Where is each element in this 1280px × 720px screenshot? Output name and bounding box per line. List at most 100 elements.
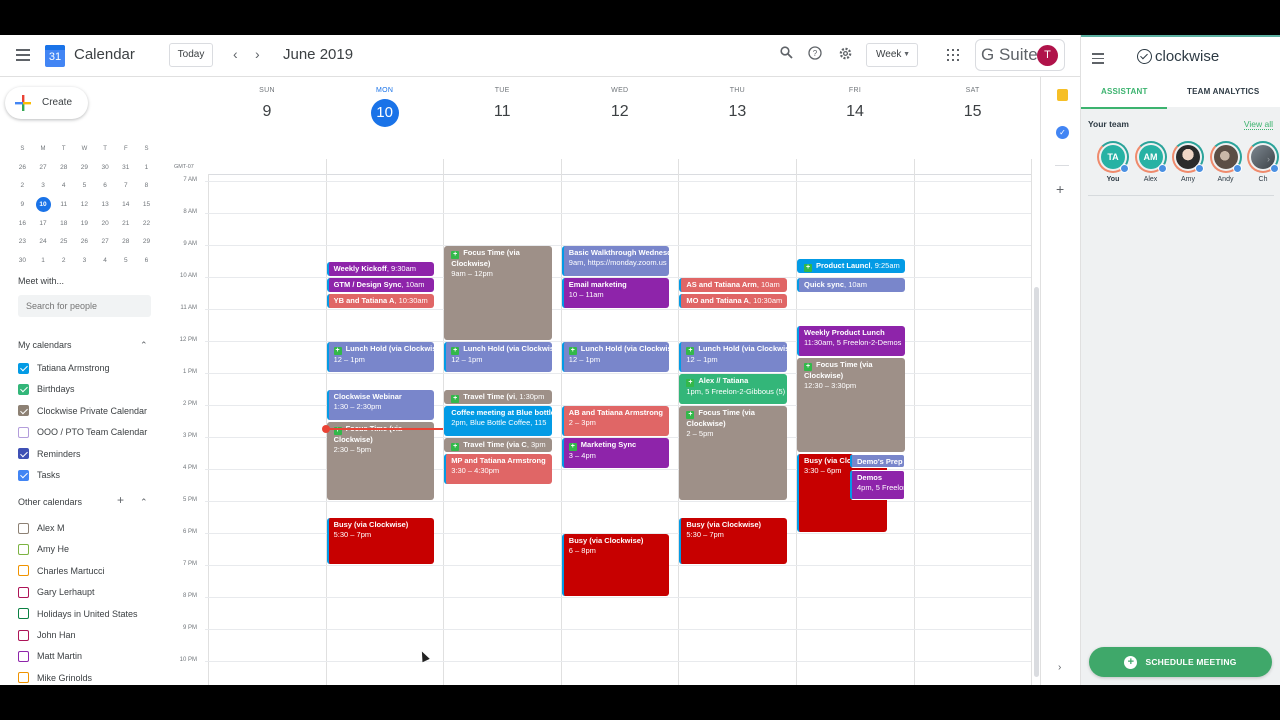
team-member-avatar[interactable] <box>1209 141 1242 173</box>
chevron-right-icon[interactable]: › <box>255 46 260 62</box>
mini-calendar-day[interactable]: 6 <box>136 252 157 271</box>
tasks-icon[interactable]: ✓ <box>1056 126 1069 139</box>
calendar-event[interactable]: + Travel Time (via C, 3pm <box>444 438 552 452</box>
day-header-sat[interactable]: SAT 15 <box>914 87 1032 125</box>
day-header-tue[interactable]: TUE 11 <box>443 87 561 125</box>
calendar-event[interactable]: Busy (via Clockwise) 5:30 – 7pm <box>679 518 787 564</box>
mini-calendar-day[interactable]: 28 <box>115 233 136 252</box>
day-number[interactable]: 10 <box>326 99 444 127</box>
calendar-event[interactable]: Basic Walkthrough Wednesday 9am, https://… <box>561 246 670 276</box>
create-button[interactable]: Create <box>5 87 88 119</box>
calendar-item[interactable]: Tasks <box>18 467 60 483</box>
mini-calendar-day[interactable]: 18 <box>53 215 74 234</box>
chevron-left-icon[interactable]: ‹ <box>233 46 238 62</box>
day-header-fri[interactable]: FRI 14 <box>796 87 914 125</box>
calendar-item[interactable]: Tatiana Armstrong <box>18 360 110 376</box>
team-member-avatar[interactable]: TA <box>1097 141 1129 173</box>
calendar-checkbox[interactable] <box>18 650 29 662</box>
clockwise-menu-icon[interactable] <box>1092 53 1104 64</box>
chevron-up-icon[interactable]: ⌃ <box>140 497 148 508</box>
team-member-avatar[interactable] <box>1172 141 1204 173</box>
calendar-event[interactable]: + Alex // Tatiana 1pm, 5 Freelon-2-Gibbous… <box>679 374 787 404</box>
main-menu-icon[interactable] <box>16 49 30 61</box>
mini-calendar-day[interactable]: 8 <box>136 177 157 196</box>
calendar-checkbox[interactable] <box>18 629 29 641</box>
mini-calendar-day[interactable]: 12 <box>74 196 95 215</box>
mini-calendar-day[interactable]: 20 <box>95 215 116 234</box>
mini-calendar-day[interactable]: 13 <box>95 196 116 215</box>
day-header-thu[interactable]: THU 13 <box>678 87 796 125</box>
team-member[interactable]: TA You <box>1095 141 1131 183</box>
calendar-checkbox[interactable] <box>18 426 29 438</box>
day-number[interactable]: 14 <box>796 99 914 125</box>
mini-calendar-day[interactable]: 9 <box>12 196 33 215</box>
calendar-event[interactable]: MP and Tatiana Armstrong 3:30 – 4:30pm <box>444 454 552 484</box>
calendar-checkbox[interactable] <box>18 543 29 555</box>
mini-calendar-day[interactable]: 2 <box>53 252 74 271</box>
calendar-item[interactable]: Holidays in United States <box>18 606 138 622</box>
mini-calendar-day[interactable]: 25 <box>53 233 74 252</box>
mini-calendar-day[interactable]: 2 <box>12 177 33 196</box>
account-switcher[interactable]: G Suite T <box>975 39 1065 71</box>
day-number[interactable]: 13 <box>678 99 796 125</box>
calendar-checkbox[interactable] <box>18 522 29 534</box>
calendar-event[interactable]: + Focus Time (via Clockwise) 2 – 5pm <box>679 406 787 500</box>
mini-calendar-day[interactable]: 7 <box>115 177 136 196</box>
mini-calendar-day[interactable]: 4 <box>53 177 74 196</box>
view-select[interactable]: Week ▼ <box>866 43 918 67</box>
calendar-event[interactable]: + Focus Time (via Clockwise) 12:30 – 3:30p… <box>797 358 905 452</box>
mini-calendar-day[interactable]: 21 <box>115 215 136 234</box>
calendar-event[interactable]: GTM / Design Sync, 10am <box>326 278 435 292</box>
keep-icon[interactable] <box>1057 89 1068 101</box>
calendar-event[interactable]: + Focus Time (via Clockwise) 9am – 12pm <box>444 246 552 340</box>
calendar-checkbox[interactable] <box>18 469 29 481</box>
plus-icon[interactable]: + <box>1056 181 1064 197</box>
calendar-item[interactable]: Matt Martin <box>18 648 82 664</box>
calendar-item[interactable]: Charles Martucci <box>18 563 105 579</box>
mini-calendar-day[interactable]: 11 <box>53 196 74 215</box>
mini-calendar-day[interactable]: 26 <box>74 233 95 252</box>
calendar-item[interactable]: John Han <box>18 627 76 643</box>
mini-calendar-day[interactable]: 27 <box>33 159 54 178</box>
calendar-item[interactable]: Birthdays <box>18 381 75 397</box>
tab-team-analytics[interactable]: TEAM ANALYTICS <box>1187 87 1259 96</box>
mini-calendar-day[interactable]: 23 <box>12 233 33 252</box>
calendar-event[interactable]: Busy (via Clockwise) 5:30 – 7pm <box>326 518 435 564</box>
calendar-item[interactable]: Reminders <box>18 446 81 462</box>
calendar-event[interactable]: + Lunch Hold (via Clockwise) 12 – 1pm <box>326 342 435 372</box>
calendar-checkbox[interactable] <box>18 586 29 598</box>
mini-calendar-day[interactable]: 19 <box>74 215 95 234</box>
calendar-item[interactable]: Gary Lerhaupt <box>18 584 95 600</box>
mini-calendar-day[interactable]: 28 <box>53 159 74 178</box>
other-calendars-header[interactable]: Other calendars <box>18 497 82 507</box>
mini-calendar-day[interactable]: 29 <box>74 159 95 178</box>
calendar-event[interactable]: AS and Tatiana Arm, 10am <box>679 278 787 292</box>
mini-calendar-day[interactable]: 14 <box>115 196 136 215</box>
chevron-right-icon[interactable]: › <box>1058 662 1061 673</box>
apps-grid-icon[interactable] <box>947 49 959 61</box>
team-member[interactable]: AM Alex <box>1133 141 1169 183</box>
mini-calendar-day[interactable]: 26 <box>12 159 33 178</box>
team-member[interactable]: Ch <box>1245 141 1280 183</box>
day-number[interactable]: 15 <box>914 99 1032 125</box>
chevron-up-icon[interactable]: ⌃ <box>140 340 148 351</box>
calendar-event[interactable]: AB and Tatiana Armstrong 2 – 3pm <box>561 406 670 436</box>
mini-calendar-day[interactable]: 30 <box>12 252 33 271</box>
calendar-event[interactable]: + Marketing Sync 3 – 4pm <box>561 438 670 468</box>
day-number[interactable]: 11 <box>443 99 561 125</box>
mini-calendar-day[interactable]: 16 <box>12 215 33 234</box>
settings-gear-icon[interactable] <box>836 46 854 64</box>
calendar-event[interactable]: +Focus Time (via Clockwise)2:30 – 5pm <box>326 422 435 500</box>
calendar-event[interactable]: Demos 4pm, 5 Freelon <box>850 470 905 500</box>
my-calendars-header[interactable]: My calendars <box>18 340 72 350</box>
mini-calendar-day[interactable]: 24 <box>33 233 54 252</box>
calendar-event[interactable]: YB and Tatiana A, 10:30am <box>326 294 435 308</box>
schedule-meeting-button[interactable]: + SCHEDULE MEETING <box>1089 647 1272 677</box>
calendar-event[interactable]: + Lunch Hold (via Clockwise) 12 – 1pm <box>679 342 787 372</box>
calendar-item[interactable]: Amy He <box>18 541 69 557</box>
mini-calendar-day[interactable]: 1 <box>33 252 54 271</box>
calendar-event[interactable]: + Product Launcl, 9:25am <box>797 259 905 273</box>
calendar-checkbox[interactable] <box>18 565 29 577</box>
day-header-wed[interactable]: WED 12 <box>561 87 679 125</box>
calendar-event[interactable]: Weekly Product Lunch 11:30am, 5 Freelon-2… <box>797 326 905 356</box>
